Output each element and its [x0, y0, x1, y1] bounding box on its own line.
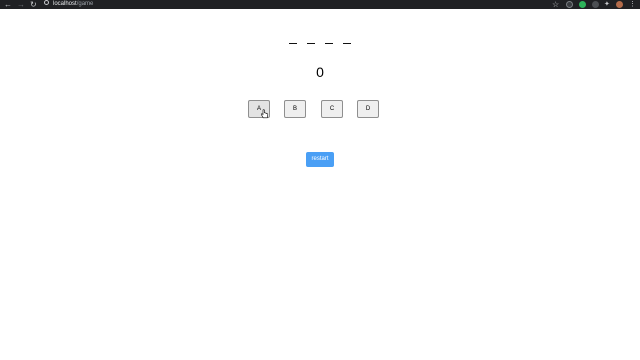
word-slots — [0, 31, 640, 49]
url-host: localhost — [53, 1, 77, 7]
url-path: /game — [76, 1, 94, 7]
extension-green-icon[interactable] — [579, 1, 586, 8]
hand-cursor-icon — [260, 109, 269, 119]
extension-icon[interactable] — [566, 1, 573, 8]
reload-icon[interactable]: ↻ — [30, 0, 37, 9]
site-info-icon[interactable] — [44, 0, 49, 5]
browser-toolbar: ← → ↻ localhost/game ☆ ✦ ⋮ — [0, 0, 640, 9]
score-display: 0 — [316, 64, 324, 80]
letter-slot — [343, 33, 351, 44]
letter-slot — [325, 33, 333, 44]
letter-slot — [289, 33, 297, 44]
letter-slot — [307, 33, 315, 44]
back-arrow-icon[interactable]: ← — [4, 0, 12, 9]
extension-dark-icon[interactable] — [592, 1, 599, 8]
forward-arrow-icon[interactable]: → — [17, 0, 25, 9]
letter-button-d[interactable]: D — [357, 100, 379, 118]
extensions-puzzle-icon[interactable]: ✦ — [604, 0, 610, 9]
menu-kebab-icon[interactable]: ⋮ — [629, 0, 636, 9]
letter-button-c[interactable]: C — [321, 100, 343, 118]
bookmark-star-icon[interactable]: ☆ — [552, 0, 559, 9]
letter-button-b[interactable]: B — [284, 100, 306, 118]
restart-button[interactable]: restart — [306, 152, 334, 167]
address-bar[interactable]: localhost/game — [44, 0, 93, 9]
profile-avatar[interactable] — [616, 1, 623, 8]
